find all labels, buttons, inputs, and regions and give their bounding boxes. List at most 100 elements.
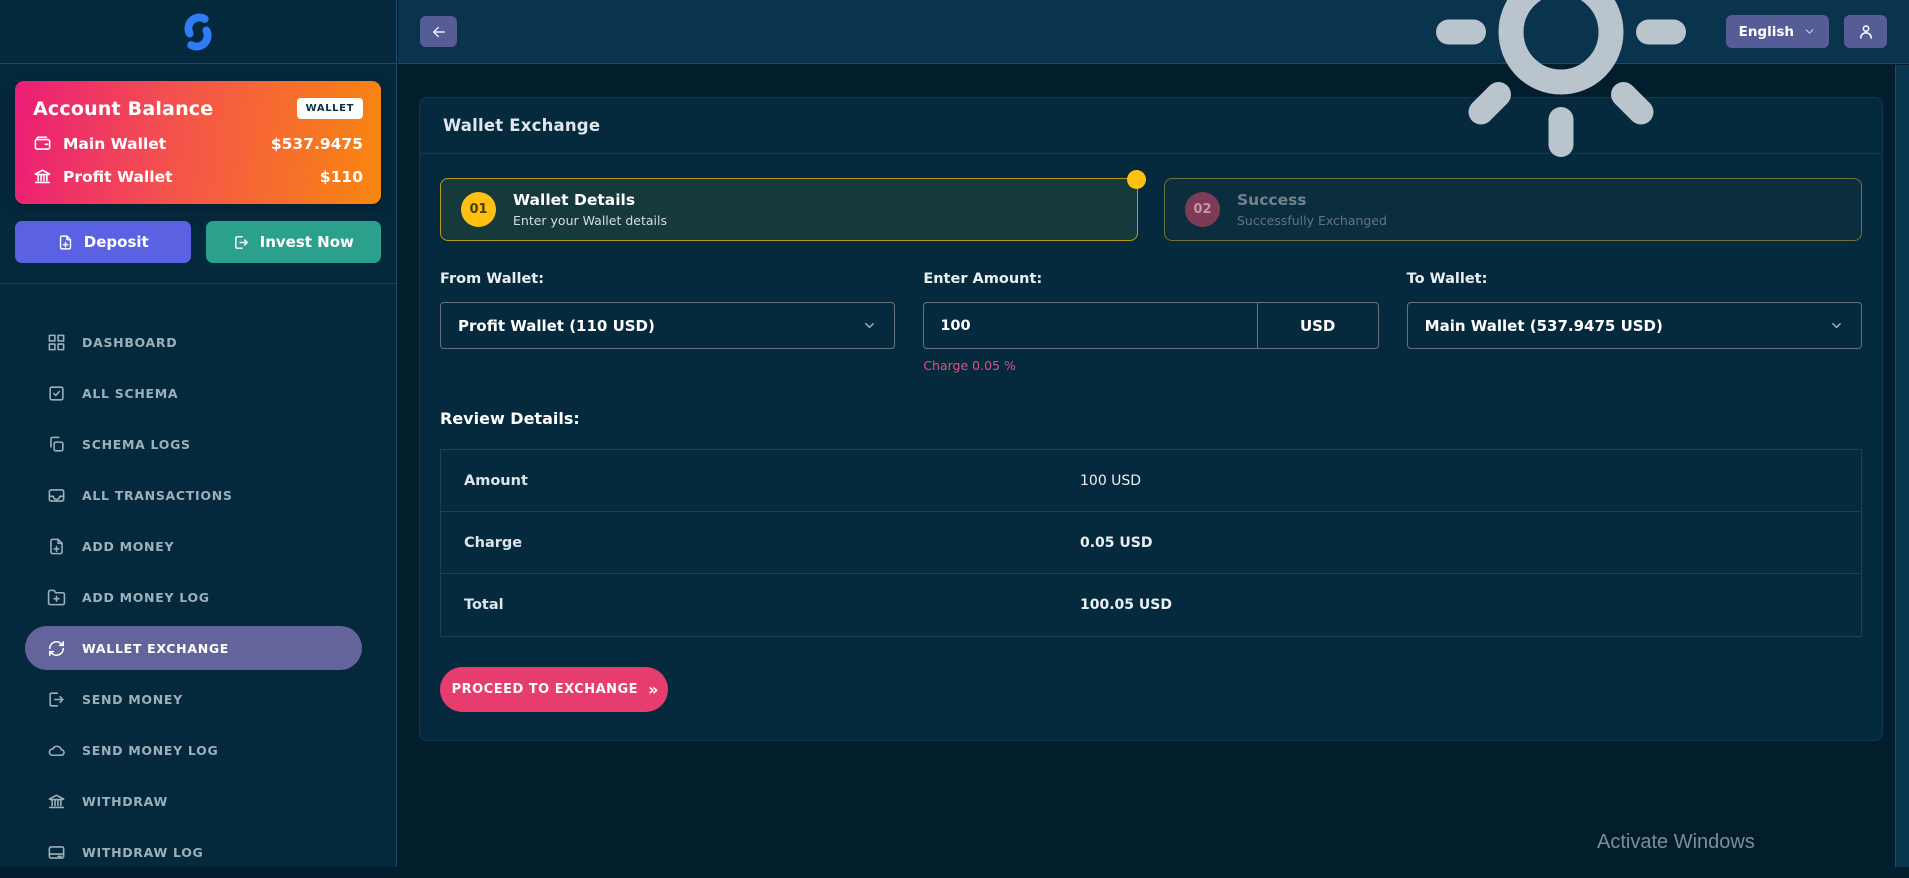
step-wallet-details[interactable]: 01 Wallet Details Enter your Wallet deta… [440, 178, 1138, 241]
balance-rows: Main Wallet $537.9475 Profit Wallet $110 [33, 134, 363, 186]
sidebar-menu-item[interactable]: ALL TRANSACTIONS [0, 470, 396, 521]
review-row-value: 100 USD [1080, 473, 1141, 489]
language-label: English [1739, 24, 1794, 40]
review-table-row: Amount 100 USD [441, 450, 1861, 512]
to-wallet-value: Main Wallet (537.9475 USD) [1425, 317, 1663, 335]
language-dropdown[interactable]: English [1726, 15, 1829, 48]
main-content: Wallet Exchange 01 Wallet Details Enter … [398, 65, 1909, 867]
steps-row: 01 Wallet Details Enter your Wallet deta… [440, 178, 1862, 241]
sidebar-menu-item[interactable]: WITHDRAW LOG [0, 827, 396, 878]
sidebar-menu-item[interactable]: DASHBOARD [0, 317, 396, 368]
cloud-icon [47, 741, 66, 760]
review-table-row: Total 100.05 USD [441, 574, 1861, 636]
wallet-badge: WALLET [297, 98, 363, 119]
step-title: Wallet Details [513, 191, 667, 209]
sidebar-menu-item[interactable]: SEND MONEY LOG [0, 725, 396, 776]
deposit-button-label: Deposit [84, 233, 149, 251]
wallet-icon [33, 134, 52, 153]
sidebar-menu-item[interactable]: ADD MONEY LOG [0, 572, 396, 623]
step-title: Success [1237, 191, 1387, 209]
credit-card-icon [47, 843, 66, 862]
send-icon [47, 690, 66, 709]
invest-now-button[interactable]: Invest Now [206, 221, 382, 263]
sidebar-divider [0, 283, 396, 284]
sidebar-menu-item-label: SEND MONEY LOG [82, 743, 218, 758]
sidebar-menu-item[interactable]: ADD MONEY [0, 521, 396, 572]
sidebar-menu-item-label: WITHDRAW [82, 794, 168, 809]
sidebar-menu-item-label: SEND MONEY [82, 692, 183, 707]
balance-row: Main Wallet $537.9475 [33, 134, 363, 153]
double-chevron-right-icon: » [648, 680, 656, 699]
sidebar-menu-item-label: SCHEMA LOGS [82, 437, 191, 452]
sidebar-menu-item[interactable]: WALLET EXCHANGE [25, 626, 362, 670]
box-arrow-icon [233, 234, 250, 251]
review-table-row: Charge 0.05 USD [441, 512, 1861, 574]
step-success[interactable]: 02 Success Successfully Exchanged [1164, 178, 1862, 241]
balance-row: Profit Wallet $110 [33, 167, 363, 186]
topbar: English [398, 0, 1909, 64]
sidebar-menu: DASHBOARD ALL SCHEMA SCHEMA LOGS ALL TRA… [0, 317, 396, 878]
chevron-down-icon [1829, 318, 1844, 333]
review-details-title: Review Details: [440, 409, 1862, 428]
grid-icon [47, 333, 66, 352]
step-number-badge: 01 [461, 192, 496, 227]
sidebar-menu-item-label: ADD MONEY [82, 539, 174, 554]
copy-icon [47, 435, 66, 454]
proceed-to-exchange-button[interactable]: PROCEED TO EXCHANGE » [440, 667, 668, 712]
sidebar-menu-item[interactable]: ALL SCHEMA [0, 368, 396, 419]
profile-button[interactable] [1844, 15, 1887, 48]
chevron-down-icon [862, 318, 877, 333]
sidebar-menu-item[interactable]: SEND MONEY [0, 674, 396, 725]
deposit-button[interactable]: Deposit [15, 221, 191, 263]
from-wallet-value: Profit Wallet (110 USD) [458, 317, 655, 335]
amount-input[interactable] [923, 302, 1256, 349]
proceed-label: PROCEED TO EXCHANGE [452, 682, 639, 697]
file-plus-icon [57, 234, 74, 251]
balance-row-label: Profit Wallet [63, 168, 173, 186]
to-wallet-label: To Wallet: [1407, 271, 1862, 287]
sidebar-menu-item-label: WALLET EXCHANGE [82, 641, 229, 656]
step-subtitle: Successfully Exchanged [1237, 213, 1387, 228]
sidebar-menu-item[interactable]: SCHEMA LOGS [0, 419, 396, 470]
sidebar-menu-item-label: DASHBOARD [82, 335, 177, 350]
step-subtitle: Enter your Wallet details [513, 213, 667, 228]
review-row-label: Amount [441, 473, 1080, 489]
balance-row-value: $537.9475 [271, 135, 363, 153]
review-row-label: Charge [441, 535, 1080, 551]
charge-note: Charge 0.05 % [923, 358, 1378, 373]
scrollbar[interactable] [1895, 65, 1909, 867]
from-wallet-label: From Wallet: [440, 271, 895, 287]
sidebar-menu-item-label: ALL TRANSACTIONS [82, 488, 233, 503]
bank-icon [33, 167, 52, 186]
bank-icon [47, 792, 66, 811]
wallet-exchange-card: Wallet Exchange 01 Wallet Details Enter … [419, 97, 1883, 741]
brand-swirl-logo-icon[interactable] [175, 9, 221, 55]
amount-label: Enter Amount: [923, 271, 1378, 287]
chevron-down-icon [1803, 25, 1816, 38]
review-table: Amount 100 USD Charge 0.05 USD Total 100… [440, 449, 1862, 637]
activate-windows-watermark: Activate Windows [1597, 831, 1755, 854]
from-wallet-select[interactable]: Profit Wallet (110 USD) [440, 302, 895, 349]
sidebar-menu-item-label: WITHDRAW LOG [82, 845, 204, 860]
file-plus-icon [47, 537, 66, 556]
to-wallet-select[interactable]: Main Wallet (537.9475 USD) [1407, 302, 1862, 349]
folder-plus-icon [47, 588, 66, 607]
review-row-value: 100.05 USD [1080, 597, 1172, 613]
sidebar-menu-item[interactable]: WITHDRAW [0, 776, 396, 827]
sun-icon [1411, 0, 1711, 182]
review-row-label: Total [441, 597, 1080, 613]
check-square-icon [47, 384, 66, 403]
currency-addon: USD [1257, 302, 1379, 349]
theme-toggle-button[interactable] [1411, 0, 1711, 182]
sidebar-menu-item-label: ALL SCHEMA [82, 386, 178, 401]
invest-button-label: Invest Now [260, 233, 354, 251]
inbox-icon [47, 486, 66, 505]
sidebar: Account Balance WALLET Main Wallet $537.… [0, 0, 397, 867]
person-icon [1857, 23, 1875, 41]
balance-row-label: Main Wallet [63, 135, 166, 153]
sidebar-menu-item-label: ADD MONEY LOG [82, 590, 210, 605]
back-button[interactable] [420, 16, 457, 47]
step-number-badge: 02 [1185, 192, 1220, 227]
balance-row-value: $110 [320, 168, 363, 186]
account-balance-title: Account Balance [33, 98, 213, 120]
